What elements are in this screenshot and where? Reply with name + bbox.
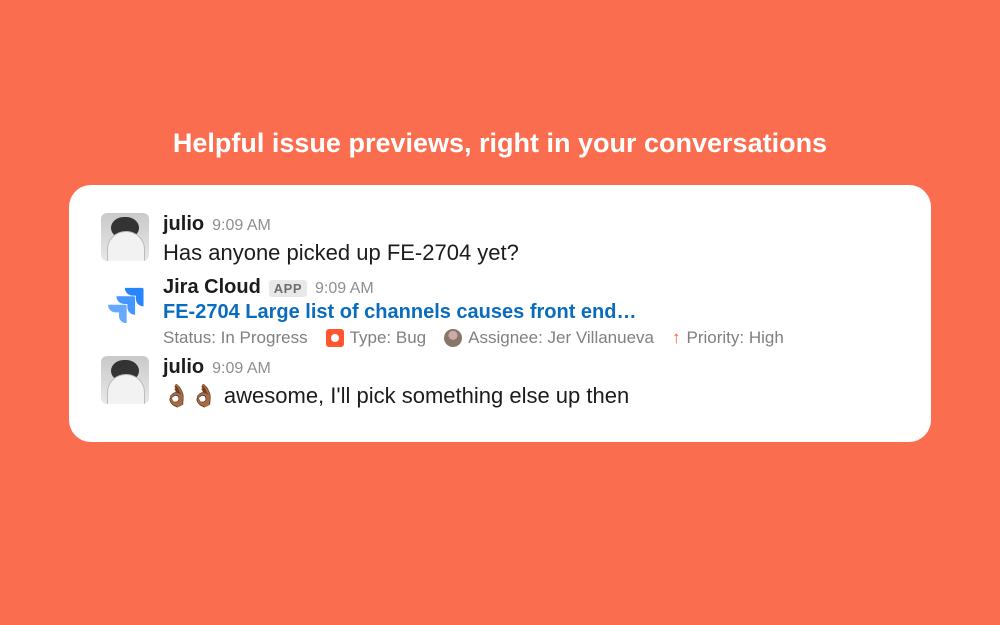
issue-priority: ↑ Priority: High bbox=[672, 328, 784, 348]
message: julio 9:09 AM Has anyone picked up FE-27… bbox=[101, 213, 899, 268]
issue-link[interactable]: FE-2704 Large list of channels causes fr… bbox=[163, 301, 899, 324]
jira-app-avatar[interactable] bbox=[101, 280, 149, 328]
message-header: julio 9:09 AM bbox=[163, 356, 899, 379]
issue-meta-row: Status: In Progress Type: Bug Assignee: … bbox=[163, 328, 899, 348]
priority-high-icon: ↑ bbox=[672, 329, 681, 346]
page-headline: Helpful issue previews, right in your co… bbox=[173, 128, 827, 159]
issue-assignee: Assignee: Jer Villanueva bbox=[444, 328, 654, 348]
message-body: Jira Cloud APP 9:09 AM FE-2704 Large lis… bbox=[163, 276, 899, 348]
bug-icon bbox=[326, 329, 344, 347]
message-header: Jira Cloud APP 9:09 AM bbox=[163, 276, 899, 299]
issue-assignee-label: Assignee: Jer Villanueva bbox=[468, 328, 654, 348]
issue-type: Type: Bug bbox=[326, 328, 427, 348]
app-badge: APP bbox=[269, 280, 307, 297]
message: julio 9:09 AM 👌🏾👌🏾 awesome, I'll pick so… bbox=[101, 356, 899, 411]
message-body: julio 9:09 AM 👌🏾👌🏾 awesome, I'll pick so… bbox=[163, 356, 899, 411]
timestamp: 9:09 AM bbox=[212, 217, 271, 235]
author-name[interactable]: julio bbox=[163, 356, 204, 379]
issue-status: Status: In Progress bbox=[163, 328, 308, 348]
message-header: julio 9:09 AM bbox=[163, 213, 899, 236]
conversation-card: julio 9:09 AM Has anyone picked up FE-27… bbox=[69, 185, 931, 442]
author-name[interactable]: Jira Cloud bbox=[163, 276, 261, 299]
issue-priority-label: Priority: High bbox=[687, 328, 784, 348]
avatar[interactable] bbox=[101, 356, 149, 404]
message: Jira Cloud APP 9:09 AM FE-2704 Large lis… bbox=[101, 276, 899, 348]
timestamp: 9:09 AM bbox=[315, 280, 374, 298]
issue-status-label: Status: In Progress bbox=[163, 328, 308, 348]
message-text: 👌🏾👌🏾 awesome, I'll pick something else u… bbox=[163, 381, 899, 411]
jira-icon bbox=[106, 285, 144, 323]
message-text: Has anyone picked up FE-2704 yet? bbox=[163, 238, 899, 268]
message-body: julio 9:09 AM Has anyone picked up FE-27… bbox=[163, 213, 899, 268]
author-name[interactable]: julio bbox=[163, 213, 204, 236]
timestamp: 9:09 AM bbox=[212, 360, 271, 378]
assignee-avatar-icon bbox=[444, 329, 462, 347]
issue-type-label: Type: Bug bbox=[350, 328, 427, 348]
avatar[interactable] bbox=[101, 213, 149, 261]
